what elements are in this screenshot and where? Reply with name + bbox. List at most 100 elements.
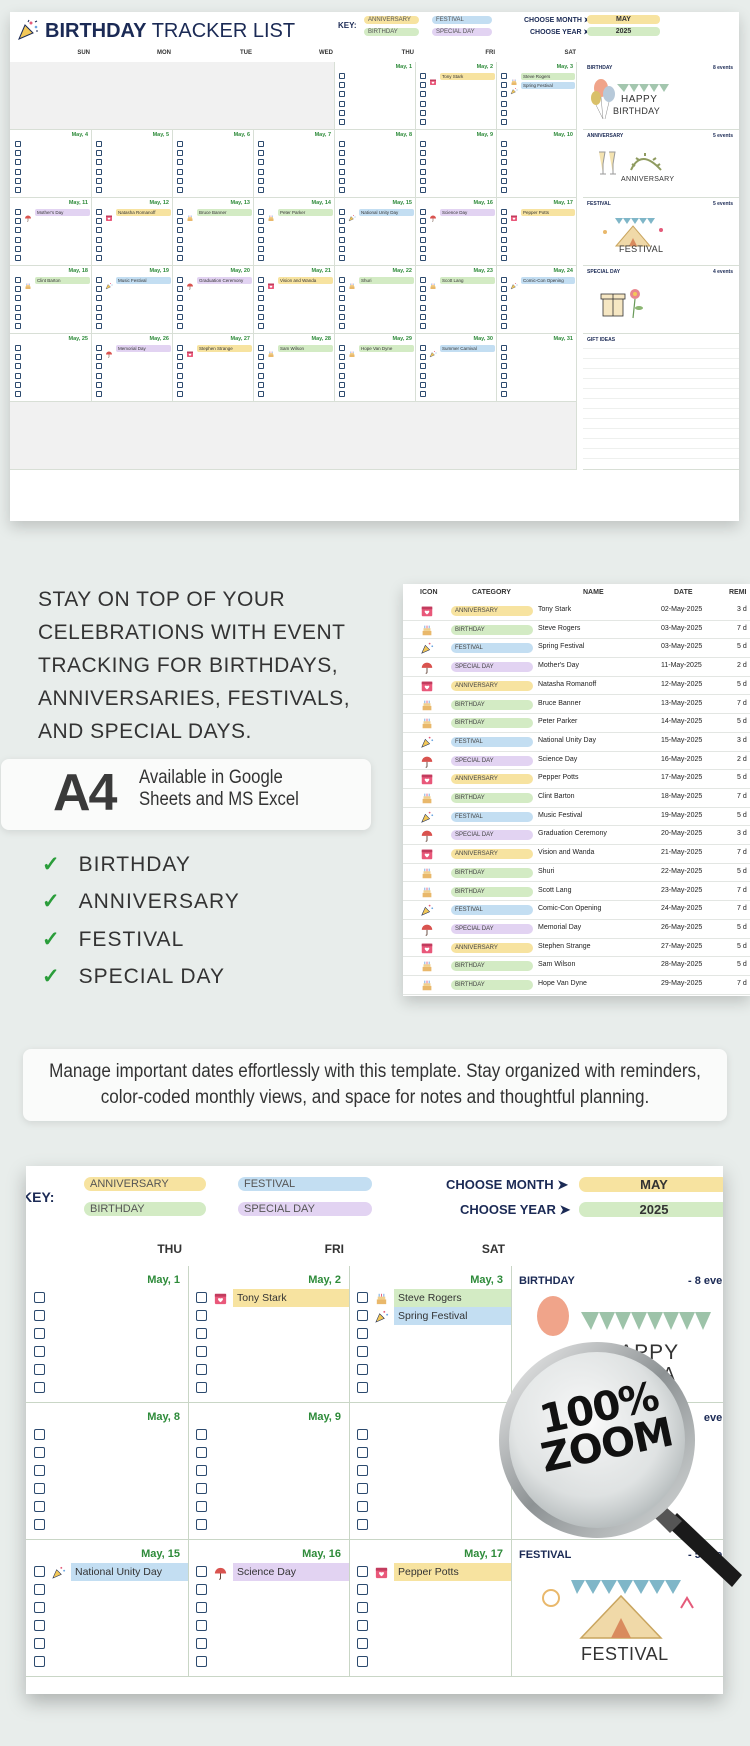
checkbox[interactable] <box>420 345 426 351</box>
checkbox[interactable] <box>177 381 183 388</box>
checkbox[interactable] <box>34 1429 45 1440</box>
checkbox[interactable] <box>357 1638 368 1649</box>
checkbox[interactable] <box>501 109 507 116</box>
checkbox[interactable] <box>15 295 21 302</box>
checkbox[interactable] <box>501 150 507 157</box>
checkbox[interactable] <box>420 372 426 379</box>
checkbox[interactable] <box>177 345 183 351</box>
checkbox[interactable] <box>196 1584 207 1595</box>
checkbox[interactable] <box>177 236 183 243</box>
checkbox[interactable] <box>196 1620 207 1631</box>
year-select[interactable]: 2025 <box>587 27 660 36</box>
checkbox[interactable] <box>258 227 264 234</box>
checkbox[interactable] <box>339 209 345 215</box>
checkbox[interactable] <box>339 82 345 89</box>
checkbox[interactable] <box>96 304 102 311</box>
checkbox[interactable] <box>258 187 264 193</box>
checkbox[interactable] <box>15 391 21 397</box>
checkbox[interactable] <box>96 159 102 166</box>
checkbox[interactable] <box>501 304 507 311</box>
checkbox[interactable] <box>96 218 102 225</box>
checkbox[interactable] <box>420 73 426 79</box>
checkbox[interactable] <box>96 255 102 261</box>
checkbox[interactable] <box>34 1447 45 1458</box>
checkbox[interactable] <box>15 236 21 243</box>
checkbox[interactable] <box>258 304 264 311</box>
checkbox[interactable] <box>258 345 264 351</box>
checkbox[interactable] <box>15 313 21 320</box>
checkbox[interactable] <box>501 363 507 370</box>
checkbox[interactable] <box>501 218 507 225</box>
checkbox[interactable] <box>420 177 426 184</box>
checkbox[interactable] <box>501 277 507 283</box>
checkbox[interactable] <box>96 295 102 302</box>
checkbox[interactable] <box>501 91 507 98</box>
checkbox[interactable] <box>177 372 183 379</box>
checkbox[interactable] <box>177 209 183 215</box>
checkbox[interactable] <box>258 277 264 283</box>
checkbox[interactable] <box>501 82 507 89</box>
checkbox[interactable] <box>196 1483 207 1494</box>
checkbox[interactable] <box>420 236 426 243</box>
checkbox[interactable] <box>339 245 345 252</box>
checkbox[interactable] <box>258 150 264 157</box>
checkbox[interactable] <box>357 1566 368 1577</box>
checkbox[interactable] <box>34 1584 45 1595</box>
checkbox[interactable] <box>501 227 507 234</box>
checkbox[interactable] <box>420 159 426 166</box>
checkbox[interactable] <box>34 1602 45 1613</box>
checkbox[interactable] <box>196 1519 207 1530</box>
checkbox[interactable] <box>420 119 426 125</box>
checkbox[interactable] <box>501 381 507 388</box>
checkbox[interactable] <box>258 372 264 379</box>
checkbox[interactable] <box>196 1638 207 1649</box>
checkbox[interactable] <box>258 177 264 184</box>
checkbox[interactable] <box>96 168 102 175</box>
checkbox[interactable] <box>34 1656 45 1667</box>
checkbox[interactable] <box>357 1620 368 1631</box>
checkbox[interactable] <box>196 1310 207 1321</box>
checkbox[interactable] <box>96 381 102 388</box>
checkbox[interactable] <box>339 100 345 107</box>
checkbox[interactable] <box>96 323 102 329</box>
checkbox[interactable] <box>15 159 21 166</box>
checkbox[interactable] <box>15 187 21 193</box>
checkbox[interactable] <box>15 304 21 311</box>
checkbox[interactable] <box>420 187 426 193</box>
checkbox[interactable] <box>420 363 426 370</box>
checkbox[interactable] <box>420 100 426 107</box>
checkbox[interactable] <box>501 177 507 184</box>
checkbox[interactable] <box>96 187 102 193</box>
checkbox[interactable] <box>357 1310 368 1321</box>
checkbox[interactable] <box>339 109 345 116</box>
checkbox[interactable] <box>501 209 507 215</box>
checkbox[interactable] <box>357 1602 368 1613</box>
checkbox[interactable] <box>96 354 102 361</box>
checkbox[interactable] <box>339 391 345 397</box>
checkbox[interactable] <box>420 313 426 320</box>
checkbox[interactable] <box>357 1483 368 1494</box>
checkbox[interactable] <box>339 119 345 125</box>
checkbox[interactable] <box>15 354 21 361</box>
checkbox[interactable] <box>15 141 21 147</box>
checkbox[interactable] <box>34 1364 45 1375</box>
checkbox[interactable] <box>34 1620 45 1631</box>
checkbox[interactable] <box>34 1566 45 1577</box>
checkbox[interactable] <box>258 159 264 166</box>
checkbox[interactable] <box>501 372 507 379</box>
checkbox[interactable] <box>177 255 183 261</box>
checkbox[interactable] <box>196 1602 207 1613</box>
checkbox[interactable] <box>15 245 21 252</box>
checkbox[interactable] <box>177 150 183 157</box>
checkbox[interactable] <box>339 295 345 302</box>
checkbox[interactable] <box>420 304 426 311</box>
checkbox[interactable] <box>420 141 426 147</box>
checkbox[interactable] <box>339 150 345 157</box>
checkbox[interactable] <box>34 1465 45 1476</box>
checkbox[interactable] <box>339 187 345 193</box>
checkbox[interactable] <box>196 1465 207 1476</box>
checkbox[interactable] <box>339 159 345 166</box>
checkbox[interactable] <box>357 1584 368 1595</box>
checkbox[interactable] <box>357 1429 368 1440</box>
checkbox[interactable] <box>339 304 345 311</box>
